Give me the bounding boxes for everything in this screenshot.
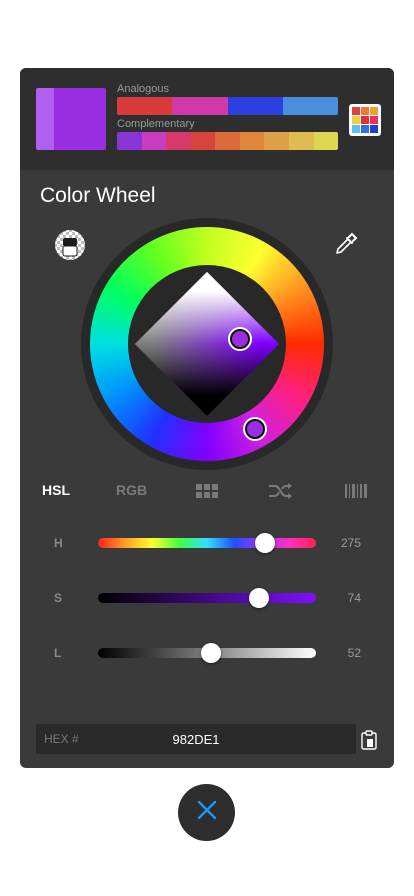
eyedropper-icon[interactable] bbox=[334, 232, 358, 261]
analogous-swatch-1[interactable] bbox=[117, 97, 173, 115]
complementary-swatch-1[interactable] bbox=[117, 132, 142, 150]
harmony-header: Analogous Complementary bbox=[20, 68, 394, 170]
complementary-swatch-8[interactable] bbox=[288, 132, 314, 150]
shuffle-icon[interactable] bbox=[268, 483, 294, 502]
lightness-value: 52 bbox=[347, 646, 361, 660]
palette-cell bbox=[361, 116, 369, 124]
color-picker-panel: Analogous Complementary Color Wheel HSL … bbox=[20, 68, 394, 768]
complementary-swatch-6[interactable] bbox=[239, 132, 265, 150]
page-title: Color Wheel bbox=[40, 184, 156, 207]
mode-tabs: HSL RGB bbox=[20, 482, 394, 506]
complementary-swatch-5[interactable] bbox=[215, 132, 240, 150]
current-color-swatch bbox=[54, 88, 106, 150]
hex-value[interactable]: 982DE1 bbox=[36, 732, 356, 747]
close-icon bbox=[196, 799, 218, 826]
complementary-swatch-3[interactable] bbox=[166, 132, 191, 150]
lightness-slider-thumb[interactable] bbox=[201, 643, 222, 663]
analogous-strip[interactable] bbox=[117, 97, 338, 115]
saturation-slider-thumb[interactable] bbox=[249, 588, 270, 608]
complementary-swatch-7[interactable] bbox=[264, 132, 289, 150]
close-button[interactable] bbox=[178, 784, 235, 841]
tab-hsl[interactable]: HSL bbox=[42, 482, 70, 498]
tab-rgb[interactable]: RGB bbox=[116, 482, 147, 498]
saturation-slider-label: S bbox=[54, 591, 63, 605]
complementary-strip[interactable] bbox=[117, 132, 338, 150]
transparency-checker-icon[interactable] bbox=[54, 229, 86, 266]
saturation-slider-track[interactable] bbox=[98, 593, 316, 603]
color-preview[interactable] bbox=[36, 88, 106, 150]
lightness-slider-label: L bbox=[54, 646, 62, 660]
complementary-label: Complementary bbox=[117, 118, 195, 130]
grid-icon[interactable] bbox=[196, 484, 218, 501]
hex-input[interactable]: HEX # 982DE1 bbox=[36, 724, 356, 754]
palette-cell bbox=[370, 116, 378, 124]
palette-cell bbox=[361, 125, 369, 133]
complementary-swatch-2[interactable] bbox=[141, 132, 167, 150]
hue-slider-track[interactable] bbox=[98, 538, 316, 548]
previous-color-swatch[interactable] bbox=[36, 88, 54, 150]
hue-slider-thumb[interactable] bbox=[254, 533, 275, 553]
palette-cell bbox=[352, 116, 360, 124]
clipboard-paste-icon[interactable] bbox=[361, 730, 377, 755]
barcode-icon[interactable] bbox=[345, 484, 367, 501]
palette-grid-icon[interactable] bbox=[349, 104, 381, 136]
hue-value: 275 bbox=[340, 536, 361, 550]
saturation-value: 74 bbox=[347, 591, 361, 605]
complementary-swatch-4[interactable] bbox=[190, 132, 216, 150]
palette-cell bbox=[352, 107, 360, 115]
complementary-swatch-9[interactable] bbox=[313, 132, 338, 150]
palette-cell bbox=[352, 125, 360, 133]
palette-cell bbox=[361, 107, 369, 115]
analogous-swatch-3[interactable] bbox=[227, 97, 283, 115]
saturation-lightness-handle[interactable] bbox=[230, 329, 250, 349]
palette-cell bbox=[370, 125, 378, 133]
hue-slider-label: H bbox=[54, 536, 63, 550]
palette-cell bbox=[370, 107, 378, 115]
analogous-label: Analogous bbox=[117, 83, 169, 95]
analogous-swatch-4[interactable] bbox=[282, 97, 338, 115]
analogous-swatch-2[interactable] bbox=[172, 97, 228, 115]
hue-handle[interactable] bbox=[245, 419, 265, 439]
